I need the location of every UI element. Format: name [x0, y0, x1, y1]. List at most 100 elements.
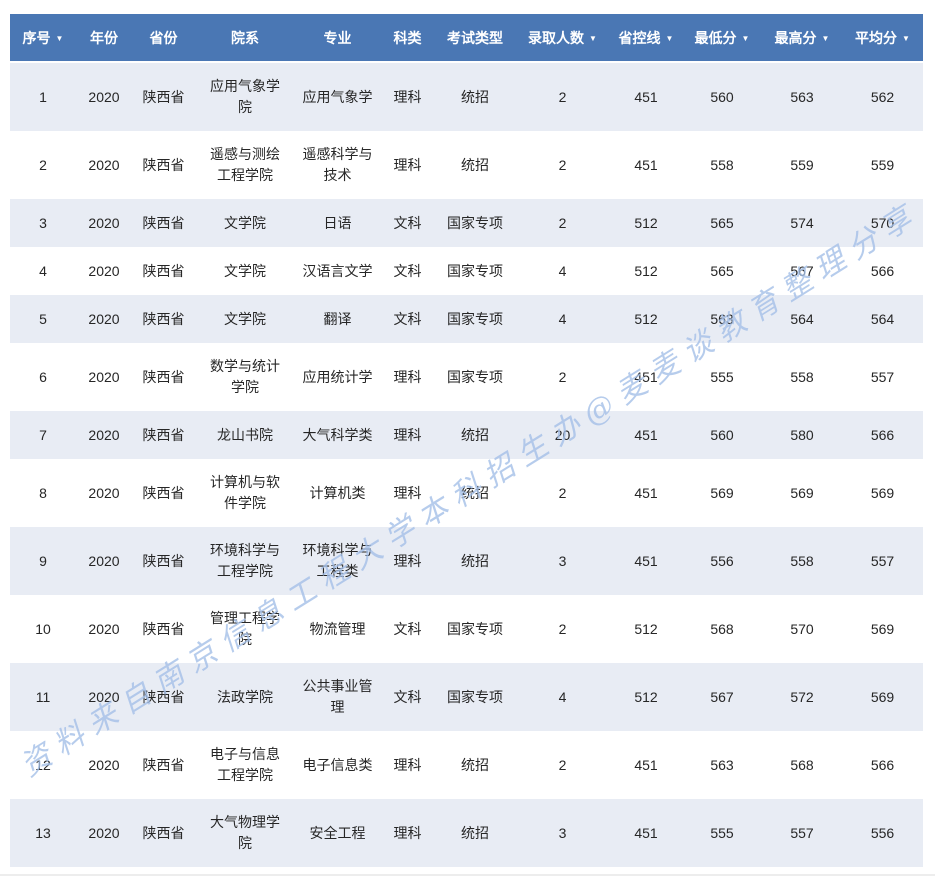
cell-min-score: 555	[682, 799, 762, 867]
column-header-province-control-line[interactable]: 省控线▼	[610, 14, 682, 62]
cell-text: 理科	[394, 823, 422, 844]
cell-text: 统招	[461, 551, 489, 572]
cell-department: 遥感与测绘工程学院	[195, 131, 295, 199]
cell-text: 558	[790, 551, 813, 572]
table-body: 12020陕西省应用气象学院应用气象学理科统招24515605635622202…	[10, 62, 923, 867]
cell-text: 569	[790, 483, 813, 504]
cell-text: 566	[871, 425, 894, 446]
cell-admitted-count: 2	[515, 199, 610, 247]
cell-avg-score: 569	[842, 459, 923, 527]
column-header-province: 省份	[132, 14, 195, 62]
cell-year: 2020	[76, 527, 132, 595]
cell-text: 国家专项	[447, 261, 503, 282]
cell-min-score: 567	[682, 663, 762, 731]
cell-text: 10	[35, 619, 51, 640]
cell-major: 环境科学与工程类	[295, 527, 380, 595]
cell-year: 2020	[76, 411, 132, 459]
column-header-index[interactable]: 序号▼	[10, 14, 76, 62]
cell-admitted-count: 2	[515, 62, 610, 131]
cell-year: 2020	[76, 663, 132, 731]
table-row: 132020陕西省大气物理学院安全工程理科统招3451555557556	[10, 799, 923, 867]
cell-major: 电子信息类	[295, 731, 380, 799]
cell-max-score: 558	[762, 343, 842, 411]
admission-scores-table: 序号▼年份省份院系专业科类考试类型录取人数▼省控线▼最低分▼最高分▼平均分▼ 1…	[10, 14, 923, 867]
cell-subject-type: 文科	[380, 663, 435, 731]
cell-province-control-line: 512	[610, 199, 682, 247]
column-header-max-score[interactable]: 最高分▼	[762, 14, 842, 62]
cell-year: 2020	[76, 731, 132, 799]
cell-text: 陕西省	[143, 155, 185, 176]
cell-department: 应用气象学院	[195, 62, 295, 131]
cell-text: 1	[39, 87, 47, 108]
sort-down-icon: ▼	[56, 34, 64, 43]
cell-min-score: 563	[682, 295, 762, 343]
cell-text: 统招	[461, 755, 489, 776]
cell-province-control-line: 512	[610, 295, 682, 343]
cell-text: 统招	[461, 483, 489, 504]
cell-text: 理科	[394, 425, 422, 446]
cell-text: 遥感与测绘工程学院	[207, 144, 283, 186]
cell-text: 559	[790, 155, 813, 176]
cell-text: 451	[634, 155, 657, 176]
cell-subject-type: 文科	[380, 295, 435, 343]
cell-admitted-count: 3	[515, 799, 610, 867]
cell-text: 2	[559, 483, 567, 504]
cell-text: 4	[559, 261, 567, 282]
cell-major: 大气科学类	[295, 411, 380, 459]
cell-province-control-line: 512	[610, 247, 682, 295]
column-label: 省控线	[619, 30, 661, 46]
cell-year: 2020	[76, 595, 132, 663]
cell-text: 560	[710, 425, 733, 446]
cell-admitted-count: 2	[515, 731, 610, 799]
column-label: 考试类型	[447, 30, 503, 46]
cell-text: 应用气象学院	[207, 76, 283, 118]
cell-text: 陕西省	[143, 367, 185, 388]
cell-index: 4	[10, 247, 76, 295]
cell-index: 6	[10, 343, 76, 411]
cell-text: 2	[39, 155, 47, 176]
cell-exam-type: 统招	[435, 62, 515, 131]
cell-text: 13	[35, 823, 51, 844]
cell-year: 2020	[76, 131, 132, 199]
table-row: 32020陕西省文学院日语文科国家专项2512565574570	[10, 199, 923, 247]
cell-text: 文学院	[224, 309, 266, 330]
cell-text: 569	[871, 483, 894, 504]
cell-index: 7	[10, 411, 76, 459]
column-label: 科类	[394, 30, 422, 46]
cell-major: 汉语言文学	[295, 247, 380, 295]
cell-province-control-line: 451	[610, 731, 682, 799]
cell-text: 陕西省	[143, 823, 185, 844]
cell-text: 2020	[88, 619, 119, 640]
cell-min-score: 555	[682, 343, 762, 411]
column-label: 最低分	[695, 30, 737, 46]
column-header-exam-type: 考试类型	[435, 14, 515, 62]
cell-text: 计算机类	[310, 483, 366, 504]
cell-admitted-count: 2	[515, 595, 610, 663]
cell-text: 574	[790, 213, 813, 234]
cell-text: 565	[710, 213, 733, 234]
cell-max-score: 559	[762, 131, 842, 199]
cell-text: 遥感科学与技术	[300, 144, 376, 186]
cell-year: 2020	[76, 62, 132, 131]
cell-year: 2020	[76, 799, 132, 867]
cell-department: 环境科学与工程学院	[195, 527, 295, 595]
column-header-subject-type: 科类	[380, 14, 435, 62]
table-row: 102020陕西省管理工程学院物流管理文科国家专项2512568570569	[10, 595, 923, 663]
column-label: 年份	[90, 30, 118, 46]
cell-text: 2	[559, 155, 567, 176]
cell-exam-type: 国家专项	[435, 663, 515, 731]
cell-text: 2	[559, 87, 567, 108]
cell-avg-score: 557	[842, 527, 923, 595]
column-header-admitted-count[interactable]: 录取人数▼	[515, 14, 610, 62]
cell-avg-score: 564	[842, 295, 923, 343]
cell-index: 3	[10, 199, 76, 247]
column-header-avg-score[interactable]: 平均分▼	[842, 14, 923, 62]
column-label: 院系	[231, 30, 259, 46]
cell-text: 451	[634, 483, 657, 504]
cell-department: 计算机与软件学院	[195, 459, 295, 527]
cell-text: 大气物理学院	[207, 812, 283, 854]
cell-major: 物流管理	[295, 595, 380, 663]
cell-text: 2020	[88, 87, 119, 108]
column-header-min-score[interactable]: 最低分▼	[682, 14, 762, 62]
cell-text: 环境科学与工程类	[300, 540, 376, 582]
